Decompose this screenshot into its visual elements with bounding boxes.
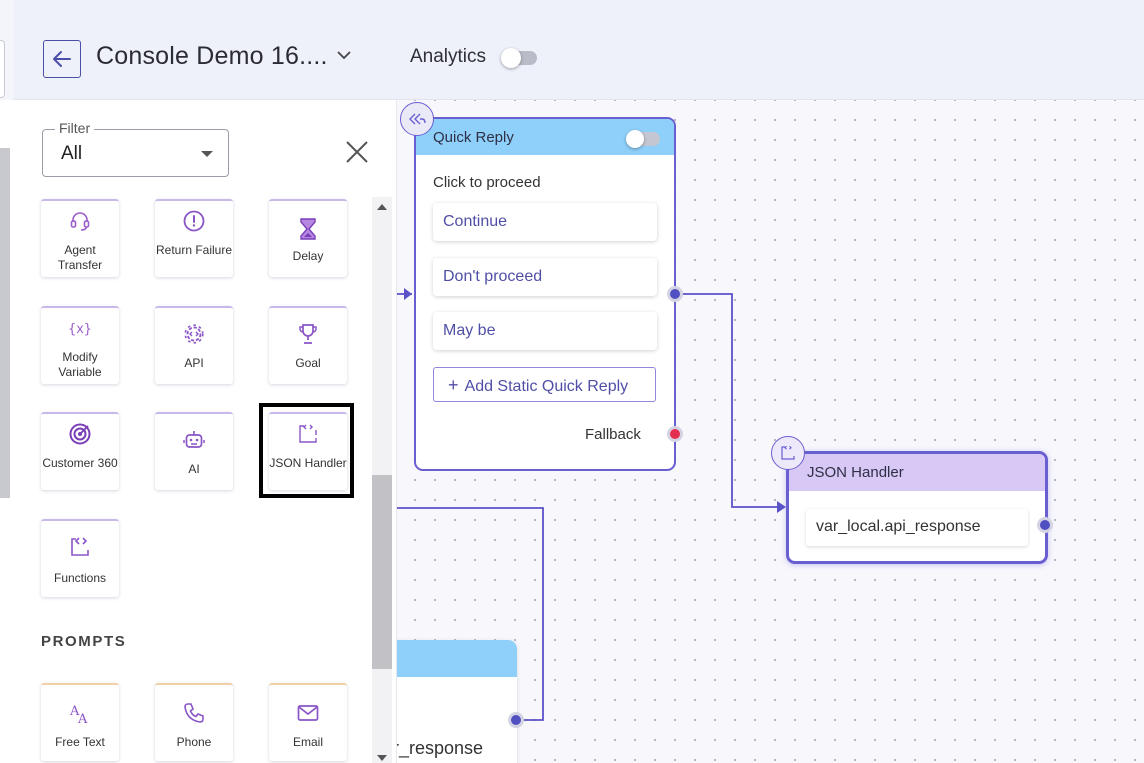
tile-agent-transfer[interactable]: Agent Transfer bbox=[41, 199, 119, 277]
tile-label: API bbox=[184, 356, 204, 370]
tile-label: Free Text bbox=[55, 735, 105, 749]
email-icon bbox=[297, 705, 319, 721]
node-palette-sidebar: Filter All Agent Transfer Return Failure… bbox=[14, 100, 397, 763]
alert-circle-icon bbox=[183, 210, 205, 232]
json-handler-value[interactable]: var_local.api_response bbox=[806, 509, 1028, 546]
json-handler-title: JSON Handler bbox=[807, 464, 904, 481]
tile-label: Customer 360 bbox=[42, 456, 118, 470]
arrow-left-icon bbox=[53, 51, 71, 67]
functions-icon bbox=[71, 537, 89, 556]
tile-ai[interactable]: AI bbox=[155, 412, 233, 490]
tile-label: Return Failure bbox=[155, 243, 233, 257]
tile-label: Agent Transfer bbox=[57, 243, 103, 272]
hourglass-icon bbox=[300, 218, 316, 240]
json-handler-header[interactable]: JSON Handler bbox=[789, 454, 1045, 491]
scroll-down-arrow-icon[interactable] bbox=[377, 755, 387, 761]
partial-node[interactable]: r_response bbox=[397, 640, 517, 763]
plus-icon: + bbox=[448, 375, 459, 395]
outer-scrollbar-thumb[interactable] bbox=[0, 148, 10, 498]
tile-label: Functions bbox=[53, 571, 107, 585]
chevron-down-icon[interactable] bbox=[336, 49, 352, 61]
tile-label: Email bbox=[292, 735, 323, 749]
partial-node-value: r_response bbox=[397, 738, 484, 758]
tile-phone[interactable]: Phone bbox=[155, 683, 233, 761]
analytics-label: Analytics bbox=[410, 46, 487, 67]
partial-output-port[interactable] bbox=[508, 712, 524, 728]
variable-icon: {x} bbox=[68, 322, 91, 337]
tile-label: AI bbox=[188, 462, 200, 476]
top-header: Console Demo 16.... Analytics bbox=[14, 0, 1144, 100]
filter-label: Filter bbox=[55, 120, 95, 136]
phone-icon bbox=[184, 703, 204, 723]
filter-select[interactable]: Filter All bbox=[42, 120, 229, 177]
tile-label: Phone bbox=[176, 735, 212, 749]
quick-reply-toggle[interactable] bbox=[626, 130, 660, 148]
svg-text:{x}: {x} bbox=[68, 322, 91, 337]
tile-email[interactable]: Email bbox=[269, 683, 347, 761]
caret-down-icon bbox=[201, 151, 213, 157]
quick-reply-option-continue[interactable]: Continue bbox=[433, 203, 657, 241]
add-static-quick-reply-button[interactable]: + Add Static Quick Reply bbox=[433, 367, 656, 402]
tile-api[interactable]: API bbox=[155, 306, 233, 384]
code-bracket-icon bbox=[771, 436, 805, 470]
robot-icon bbox=[183, 431, 205, 448]
toggle-knob bbox=[626, 130, 644, 148]
add-static-quick-reply-label: Add Static Quick Reply bbox=[464, 378, 629, 395]
quick-reply-node[interactable]: Quick Reply Click to proceed Continue Do… bbox=[414, 117, 676, 471]
close-icon[interactable] bbox=[345, 140, 369, 164]
tile-delay[interactable]: Delay bbox=[269, 199, 347, 277]
scroll-up-arrow-icon[interactable] bbox=[377, 204, 387, 210]
filter-value: All bbox=[61, 143, 83, 164]
quick-reply-title: Quick Reply bbox=[433, 129, 514, 146]
tile-free-text[interactable]: A A Free Text bbox=[41, 683, 119, 761]
tile-modify-variable[interactable]: {x} Modify Variable bbox=[41, 306, 119, 384]
palette-scrollbar-thumb[interactable] bbox=[372, 475, 392, 669]
quick-reply-option-may-be[interactable]: May be bbox=[433, 312, 657, 350]
reply-arrow-icon bbox=[400, 102, 434, 136]
headset-icon bbox=[70, 212, 90, 231]
quick-reply-option-dont-proceed[interactable]: Don't proceed bbox=[433, 258, 657, 296]
tile-functions[interactable]: Functions bbox=[41, 519, 119, 597]
analytics-toggle[interactable] bbox=[501, 48, 537, 68]
tile-customer-360[interactable]: Customer 360 bbox=[41, 412, 119, 490]
fallback-label: Fallback bbox=[585, 426, 641, 443]
collapsed-panel-edge[interactable] bbox=[0, 40, 5, 98]
flow-canvas[interactable]: Quick Reply Click to proceed Continue Do… bbox=[397, 100, 1144, 763]
selection-highlight bbox=[259, 403, 354, 498]
tile-label: Goal bbox=[295, 356, 321, 370]
json-output-port[interactable] bbox=[1037, 517, 1053, 533]
flow-title[interactable]: Console Demo 16.... bbox=[96, 42, 328, 71]
outer-scrollbar[interactable] bbox=[0, 100, 14, 763]
tile-label: Modify Variable bbox=[58, 350, 102, 379]
partial-node-header[interactable] bbox=[397, 640, 517, 677]
option-output-port[interactable] bbox=[667, 286, 683, 302]
tile-label: Delay bbox=[292, 249, 324, 263]
target-icon bbox=[69, 423, 91, 445]
tile-return-failure[interactable]: Return Failure bbox=[155, 199, 233, 277]
section-title-prompts: PROMPTS bbox=[41, 633, 127, 650]
api-gear-icon bbox=[184, 324, 204, 344]
tile-goal[interactable]: Goal bbox=[269, 306, 347, 384]
fallback-output-port[interactable] bbox=[667, 426, 683, 442]
palette-scrollbar[interactable] bbox=[372, 197, 392, 763]
back-button[interactable] bbox=[43, 40, 81, 78]
quick-reply-message: Click to proceed bbox=[433, 174, 541, 191]
json-handler-node[interactable]: JSON Handler var_local.api_response bbox=[786, 451, 1048, 564]
trophy-icon bbox=[299, 324, 317, 344]
toggle-knob bbox=[501, 48, 521, 68]
svg-text:A: A bbox=[77, 712, 88, 725]
text-icon: A A bbox=[69, 704, 88, 725]
